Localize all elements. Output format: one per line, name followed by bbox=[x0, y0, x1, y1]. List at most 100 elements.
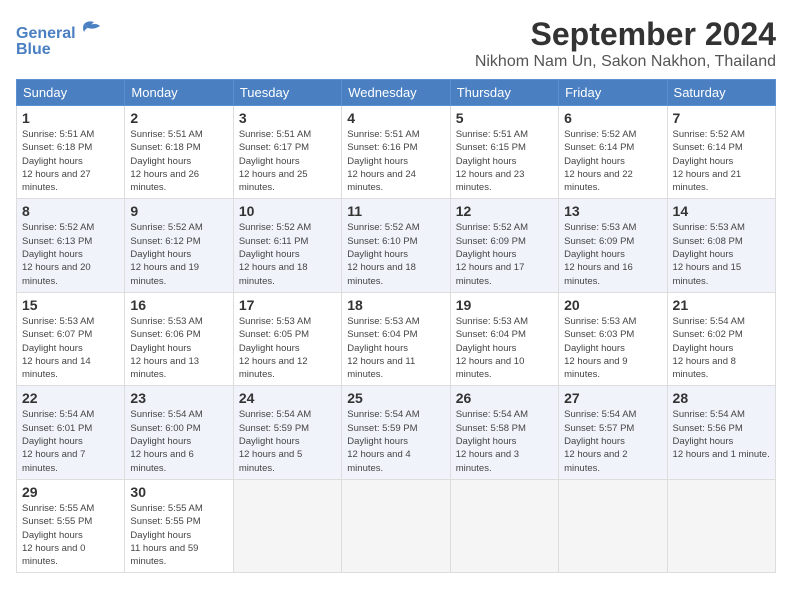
calendar-cell: 12 Sunrise: 5:52 AMSunset: 6:09 PMDayligh… bbox=[450, 199, 558, 292]
day-info: Sunrise: 5:53 AMSunset: 6:05 PMDaylight … bbox=[239, 315, 336, 381]
weekday-header-thursday: Thursday bbox=[450, 80, 558, 106]
day-info: Sunrise: 5:55 AMSunset: 5:55 PMDaylight … bbox=[130, 502, 227, 568]
calendar-cell: 24 Sunrise: 5:54 AMSunset: 5:59 PMDayligh… bbox=[233, 386, 341, 479]
weekday-header-wednesday: Wednesday bbox=[342, 80, 450, 106]
calendar-cell: 2 Sunrise: 5:51 AMSunset: 6:18 PMDaylight… bbox=[125, 106, 233, 199]
calendar-cell: 5 Sunrise: 5:51 AMSunset: 6:15 PMDaylight… bbox=[450, 106, 558, 199]
day-info: Sunrise: 5:52 AMSunset: 6:11 PMDaylight … bbox=[239, 221, 336, 287]
calendar-cell: 7Sunrise: 5:52 AMSunset: 6:14 PMDaylight… bbox=[667, 106, 775, 199]
day-number: 21 bbox=[673, 297, 770, 313]
day-info: Sunrise: 5:54 AMSunset: 6:01 PMDaylight … bbox=[22, 408, 119, 474]
day-info: Sunrise: 5:54 AMSunset: 5:59 PMDaylight … bbox=[239, 408, 336, 474]
calendar-cell: 23 Sunrise: 5:54 AMSunset: 6:00 PMDayligh… bbox=[125, 386, 233, 479]
day-number: 28 bbox=[673, 390, 770, 406]
day-number: 8 bbox=[22, 203, 119, 219]
page-header: General Blue September 2024 Nikhom Nam U… bbox=[16, 16, 776, 71]
day-info: Sunrise: 5:52 AMSunset: 6:10 PMDaylight … bbox=[347, 221, 444, 287]
day-info: Sunrise: 5:53 AMSunset: 6:04 PMDaylight … bbox=[347, 315, 444, 381]
calendar-cell bbox=[559, 479, 667, 572]
day-number: 23 bbox=[130, 390, 227, 406]
day-number: 6 bbox=[564, 110, 661, 126]
weekday-header-sunday: Sunday bbox=[17, 80, 125, 106]
day-number: 20 bbox=[564, 297, 661, 313]
day-info: Sunrise: 5:52 AMSunset: 6:09 PMDaylight … bbox=[456, 221, 553, 287]
month-title: September 2024 bbox=[475, 16, 776, 53]
calendar-cell: 20 Sunrise: 5:53 AMSunset: 6:03 PMDayligh… bbox=[559, 292, 667, 385]
day-info: Sunrise: 5:51 AMSunset: 6:18 PMDaylight … bbox=[130, 128, 227, 194]
day-info: Sunrise: 5:53 AMSunset: 6:08 PMDaylight … bbox=[673, 221, 770, 287]
day-info: Sunrise: 5:52 AMSunset: 6:14 PMDaylight … bbox=[564, 128, 661, 194]
day-number: 4 bbox=[347, 110, 444, 126]
day-info: Sunrise: 5:51 AMSunset: 6:16 PMDaylight … bbox=[347, 128, 444, 194]
calendar-cell: 1 Sunrise: 5:51 AMSunset: 6:18 PMDaylight… bbox=[17, 106, 125, 199]
day-number: 19 bbox=[456, 297, 553, 313]
calendar-week-5: 29 Sunrise: 5:55 AMSunset: 5:55 PMDayligh… bbox=[17, 479, 776, 572]
weekday-header-tuesday: Tuesday bbox=[233, 80, 341, 106]
calendar-cell: 27 Sunrise: 5:54 AMSunset: 5:57 PMDayligh… bbox=[559, 386, 667, 479]
weekday-header-monday: Monday bbox=[125, 80, 233, 106]
calendar-cell: 30Sunrise: 5:55 AMSunset: 5:55 PMDayligh… bbox=[125, 479, 233, 572]
day-info: Sunrise: 5:52 AMSunset: 6:13 PMDaylight … bbox=[22, 221, 119, 287]
calendar-cell: 19 Sunrise: 5:53 AMSunset: 6:04 PMDayligh… bbox=[450, 292, 558, 385]
calendar-cell: 9 Sunrise: 5:52 AMSunset: 6:12 PMDaylight… bbox=[125, 199, 233, 292]
day-info: Sunrise: 5:51 AMSunset: 6:18 PMDaylight … bbox=[22, 128, 119, 194]
day-number: 3 bbox=[239, 110, 336, 126]
day-info: Sunrise: 5:54 AMSunset: 5:59 PMDaylight … bbox=[347, 408, 444, 474]
day-info: Sunrise: 5:52 AMSunset: 6:14 PMDaylight … bbox=[673, 128, 770, 194]
calendar-cell bbox=[342, 479, 450, 572]
day-info: Sunrise: 5:53 AMSunset: 6:09 PMDaylight … bbox=[564, 221, 661, 287]
day-number: 16 bbox=[130, 297, 227, 313]
calendar-cell: 25Sunrise: 5:54 AMSunset: 5:59 PMDayligh… bbox=[342, 386, 450, 479]
logo: General Blue bbox=[16, 16, 106, 66]
day-number: 29 bbox=[22, 484, 119, 500]
day-info: Sunrise: 5:54 AMSunset: 5:57 PMDaylight … bbox=[564, 408, 661, 474]
day-number: 2 bbox=[130, 110, 227, 126]
day-number: 13 bbox=[564, 203, 661, 219]
day-number: 26 bbox=[456, 390, 553, 406]
calendar-cell: 16 Sunrise: 5:53 AMSunset: 6:06 PMDayligh… bbox=[125, 292, 233, 385]
day-number: 5 bbox=[456, 110, 553, 126]
day-number: 12 bbox=[456, 203, 553, 219]
svg-text:Blue: Blue bbox=[16, 41, 51, 58]
calendar-cell: 18Sunrise: 5:53 AMSunset: 6:04 PMDayligh… bbox=[342, 292, 450, 385]
day-number: 11 bbox=[347, 203, 444, 219]
day-number: 15 bbox=[22, 297, 119, 313]
day-info: Sunrise: 5:52 AMSunset: 6:12 PMDaylight … bbox=[130, 221, 227, 287]
calendar-cell: 8 Sunrise: 5:52 AMSunset: 6:13 PMDaylight… bbox=[17, 199, 125, 292]
day-info: Sunrise: 5:53 AMSunset: 6:04 PMDaylight … bbox=[456, 315, 553, 381]
day-number: 27 bbox=[564, 390, 661, 406]
day-info: Sunrise: 5:55 AMSunset: 5:55 PMDaylight … bbox=[22, 502, 119, 568]
calendar-cell: 26Sunrise: 5:54 AMSunset: 5:58 PMDayligh… bbox=[450, 386, 558, 479]
calendar-cell: 29 Sunrise: 5:55 AMSunset: 5:55 PMDayligh… bbox=[17, 479, 125, 572]
calendar-cell: 21 Sunrise: 5:54 AMSunset: 6:02 PMDayligh… bbox=[667, 292, 775, 385]
day-info: Sunrise: 5:54 AMSunset: 5:56 PMDaylight … bbox=[673, 408, 770, 461]
calendar-week-2: 8 Sunrise: 5:52 AMSunset: 6:13 PMDaylight… bbox=[17, 199, 776, 292]
calendar-week-1: 1 Sunrise: 5:51 AMSunset: 6:18 PMDaylight… bbox=[17, 106, 776, 199]
day-number: 1 bbox=[22, 110, 119, 126]
day-info: Sunrise: 5:53 AMSunset: 6:06 PMDaylight … bbox=[130, 315, 227, 381]
calendar-cell: 15 Sunrise: 5:53 AMSunset: 6:07 PMDayligh… bbox=[17, 292, 125, 385]
calendar-cell: 6 Sunrise: 5:52 AMSunset: 6:14 PMDaylight… bbox=[559, 106, 667, 199]
calendar-cell: 22Sunrise: 5:54 AMSunset: 6:01 PMDayligh… bbox=[17, 386, 125, 479]
calendar-cell: 4 Sunrise: 5:51 AMSunset: 6:16 PMDaylight… bbox=[342, 106, 450, 199]
logo-svg: General Blue bbox=[16, 16, 106, 66]
day-info: Sunrise: 5:53 AMSunset: 6:07 PMDaylight … bbox=[22, 315, 119, 381]
day-info: Sunrise: 5:53 AMSunset: 6:03 PMDaylight … bbox=[564, 315, 661, 381]
day-info: Sunrise: 5:54 AMSunset: 6:02 PMDaylight … bbox=[673, 315, 770, 381]
weekday-header-friday: Friday bbox=[559, 80, 667, 106]
day-info: Sunrise: 5:51 AMSunset: 6:15 PMDaylight … bbox=[456, 128, 553, 194]
title-area: September 2024 Nikhom Nam Un, Sakon Nakh… bbox=[475, 16, 776, 71]
calendar-week-3: 15 Sunrise: 5:53 AMSunset: 6:07 PMDayligh… bbox=[17, 292, 776, 385]
calendar-week-4: 22Sunrise: 5:54 AMSunset: 6:01 PMDayligh… bbox=[17, 386, 776, 479]
calendar-cell: 10Sunrise: 5:52 AMSunset: 6:11 PMDayligh… bbox=[233, 199, 341, 292]
day-number: 9 bbox=[130, 203, 227, 219]
calendar-cell: 14Sunrise: 5:53 AMSunset: 6:08 PMDayligh… bbox=[667, 199, 775, 292]
calendar-cell: 3Sunrise: 5:51 AMSunset: 6:17 PMDaylight… bbox=[233, 106, 341, 199]
location-subtitle: Nikhom Nam Un, Sakon Nakhon, Thailand bbox=[475, 53, 776, 71]
calendar-table: SundayMondayTuesdayWednesdayThursdayFrid… bbox=[16, 79, 776, 573]
weekday-header-saturday: Saturday bbox=[667, 80, 775, 106]
day-info: Sunrise: 5:54 AMSunset: 6:00 PMDaylight … bbox=[130, 408, 227, 474]
day-number: 24 bbox=[239, 390, 336, 406]
svg-text:General: General bbox=[16, 25, 76, 42]
calendar-cell: 28 Sunrise: 5:54 AMSunset: 5:56 PMDayligh… bbox=[667, 386, 775, 479]
